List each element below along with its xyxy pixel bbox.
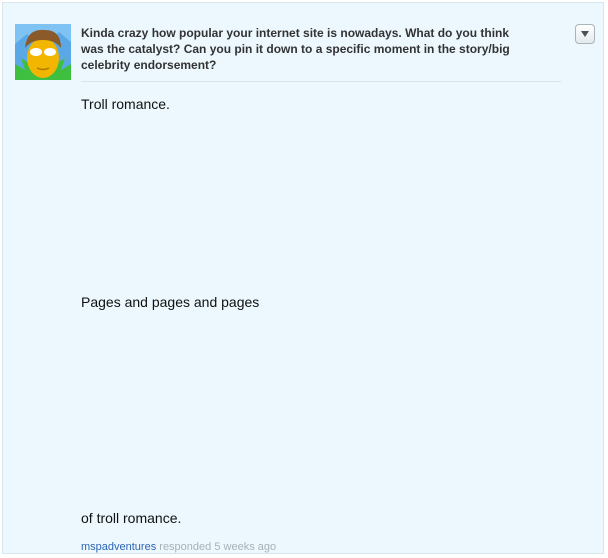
divider <box>81 81 561 82</box>
response-action: responded <box>159 541 212 553</box>
response-meta: mspadventures responded 5 weeks ago <box>81 540 276 554</box>
question-menu-button[interactable] <box>575 24 595 44</box>
response-time[interactable]: 5 weeks ago <box>214 541 276 553</box>
username-link[interactable]: mspadventures <box>81 541 156 553</box>
question-card: Kinda crazy how popular your internet si… <box>2 2 604 554</box>
triangle-down-icon <box>581 31 589 37</box>
answer-line-3: of troll romance. <box>81 510 182 526</box>
asker-avatar[interactable] <box>15 24 71 80</box>
question-text: Kinda crazy how popular your internet si… <box>81 26 510 72</box>
answer-line-2: Pages and pages and pages <box>81 294 260 310</box>
answer-line-1: Troll romance. <box>81 96 170 112</box>
avatar-image <box>15 24 71 80</box>
